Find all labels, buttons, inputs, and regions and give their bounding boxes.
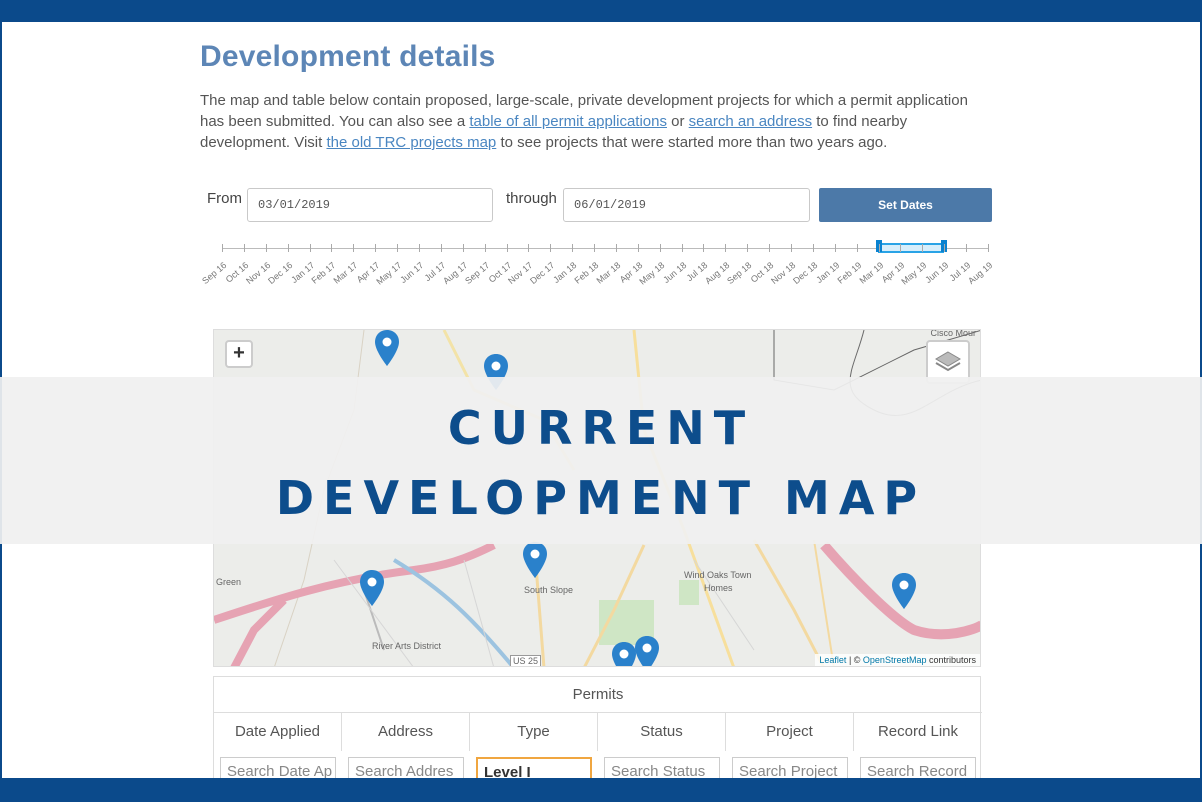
banner-line-2: DEVELOPMENT MAP xyxy=(275,471,927,525)
timeline-tick xyxy=(266,244,267,252)
map-label-south-slope: South Slope xyxy=(524,585,574,595)
title-banner: CURRENT DEVELOPMENT MAP xyxy=(0,377,1202,544)
map-label-green: Green xyxy=(216,577,242,587)
map-marker-icon[interactable] xyxy=(360,570,384,606)
map-marker-icon[interactable] xyxy=(635,636,659,667)
search-address-link[interactable]: search an address xyxy=(689,113,812,130)
timeline-tick xyxy=(682,244,683,252)
timeline-tick xyxy=(879,244,880,252)
map-label-us25: US 25 xyxy=(510,655,542,666)
timeline-tick xyxy=(507,244,508,252)
map-marker-icon[interactable] xyxy=(612,642,636,667)
from-label: From xyxy=(207,190,242,207)
column-header-type[interactable]: Type xyxy=(470,713,598,751)
intro-text-4: to see projects that were started more t… xyxy=(496,134,888,151)
timeline-tick xyxy=(813,244,814,252)
map-label-wind-oaks: Wind Oaks Town xyxy=(684,570,752,580)
timeline-tick xyxy=(244,244,245,252)
zoom-in-button[interactable]: + xyxy=(225,340,253,368)
frame-bottom-bar xyxy=(0,778,1202,802)
layers-icon xyxy=(935,351,961,372)
timeline-tick xyxy=(375,244,376,252)
leaflet-link[interactable]: Leaflet xyxy=(819,655,846,665)
permits-table: Permits Date Applied Address Type Status… xyxy=(213,676,982,787)
map-label-homes: Homes xyxy=(704,583,733,593)
timeline-tick xyxy=(747,244,748,252)
map-attribution: Leaflet | © OpenStreetMap contributors xyxy=(815,654,980,666)
timeline-tick xyxy=(900,244,901,252)
timeline-tick xyxy=(769,244,770,252)
timeline-tick xyxy=(222,244,223,252)
set-dates-button[interactable]: Set Dates xyxy=(819,188,992,222)
timeline-tick xyxy=(485,244,486,252)
slider-selected-range[interactable] xyxy=(878,243,944,253)
intro-paragraph: The map and table below contain proposed… xyxy=(200,90,990,153)
timeline-tick xyxy=(353,244,354,252)
timeline-tick xyxy=(419,244,420,252)
old-trc-map-link[interactable]: the old TRC projects map xyxy=(326,134,496,151)
timeline-tick xyxy=(966,244,967,252)
timeline-tick xyxy=(922,244,923,252)
from-date-input[interactable]: 03/01/2019 xyxy=(247,188,493,222)
timeline-tick xyxy=(857,244,858,252)
timeline-tick xyxy=(288,244,289,252)
timeline-tick xyxy=(944,244,945,252)
timeline-tick xyxy=(528,244,529,252)
through-label: through xyxy=(506,190,557,207)
openstreetmap-link[interactable]: OpenStreetMap xyxy=(863,655,927,665)
timeline-tick xyxy=(660,244,661,252)
page-title: Development details xyxy=(200,40,496,73)
timeline-tick xyxy=(572,244,573,252)
timeline-tick xyxy=(638,244,639,252)
timeline-tick xyxy=(703,244,704,252)
timeline-tick xyxy=(725,244,726,252)
timeline-tick xyxy=(441,244,442,252)
attribution-separator: | © xyxy=(846,655,863,665)
column-header-project[interactable]: Project xyxy=(726,713,854,751)
timeline-tick xyxy=(463,244,464,252)
column-header-address[interactable]: Address xyxy=(342,713,470,751)
through-date-input[interactable]: 06/01/2019 xyxy=(563,188,810,222)
map-marker-icon[interactable] xyxy=(892,573,916,609)
timeline-tick xyxy=(835,244,836,252)
slider-track xyxy=(222,248,988,249)
intro-text-2: or xyxy=(666,113,689,130)
column-header-status[interactable]: Status xyxy=(598,713,726,751)
banner-line-1: CURRENT xyxy=(447,401,755,455)
map-marker-icon[interactable] xyxy=(523,542,547,578)
column-header-record-link[interactable]: Record Link xyxy=(854,713,982,751)
timeline-tick xyxy=(988,244,989,252)
timeline-tick xyxy=(331,244,332,252)
table-caption: Permits xyxy=(214,677,982,713)
attribution-contributors: contributors xyxy=(926,655,976,665)
date-range-slider[interactable]: Sep 16 Oct 16 Nov 16 Dec 16 Jan 17 Feb 17 Mar … xyxy=(200,238,994,288)
column-header-date-applied[interactable]: Date Applied xyxy=(214,713,342,751)
timeline-tick xyxy=(594,244,595,252)
timeline-tick xyxy=(616,244,617,252)
frame-top-bar xyxy=(0,0,1202,22)
map-label-river-arts: River Arts District xyxy=(372,641,442,651)
permit-applications-link[interactable]: table of all permit applications xyxy=(469,113,667,130)
timeline-tick xyxy=(310,244,311,252)
timeline-tick xyxy=(397,244,398,252)
timeline-tick xyxy=(791,244,792,252)
map-label-cisco: Cisco Mour xyxy=(930,329,976,338)
map-marker-icon[interactable] xyxy=(375,330,399,366)
timeline-tick xyxy=(550,244,551,252)
